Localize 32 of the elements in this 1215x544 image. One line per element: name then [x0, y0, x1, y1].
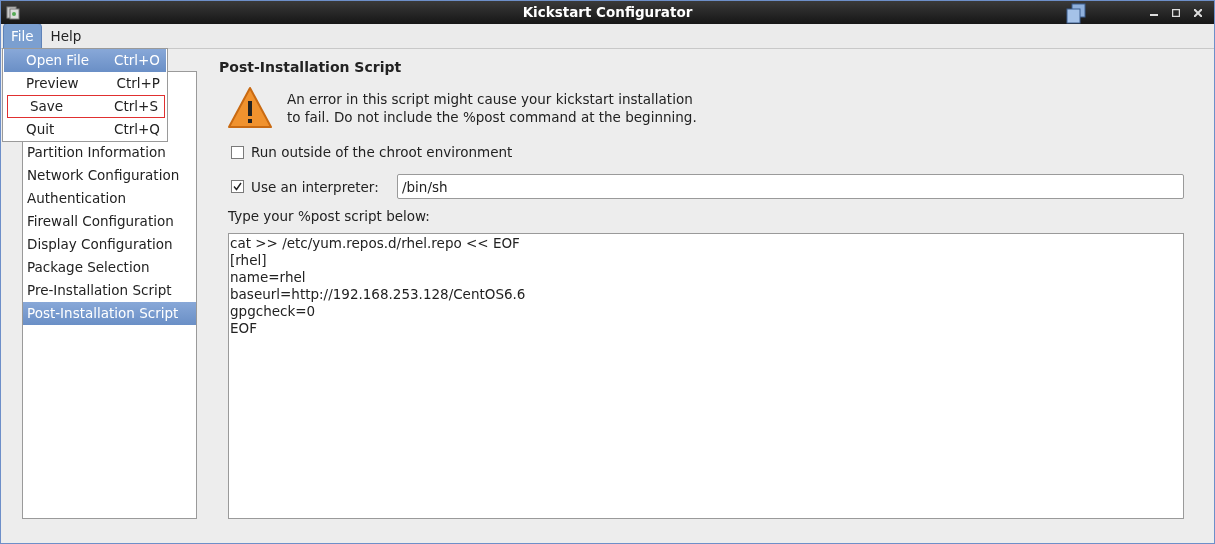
checkbox[interactable] — [231, 145, 244, 159]
script-line: name=rhel — [230, 268, 307, 286]
sidebar-item[interactable]: Pre-Installation Script — [23, 279, 196, 302]
maximize-icon[interactable] — [1172, 8, 1180, 17]
script-line: gpgcheck=0 — [230, 302, 317, 320]
script-line: EOF — [230, 319, 258, 337]
menu-item[interactable]: Quit Ctrl+Q — [4, 118, 166, 141]
menu-item[interactable]: Save Ctrl+S — [7, 95, 165, 118]
windows-icon — [1065, 3, 1087, 24]
app-icon — [6, 5, 20, 20]
window-title: Kickstart Configurator — [522, 3, 693, 23]
script-editor[interactable]: cat >> /etc/yum.repos.d/rhel.repo << EOF [rhel] name=rhel baseurl=http://192.168.253.128/CentOS6.6 gpgcheck=0 EOF — [228, 232, 1184, 519]
sidebar-item[interactable]: Firewall Configuration — [23, 210, 196, 233]
section-title: Post-Installation Script — [219, 58, 403, 77]
sidebar-item[interactable]: Network Configuration — [23, 164, 196, 187]
warning-icon — [227, 86, 273, 130]
menu-item[interactable]: Preview Ctrl+P — [4, 72, 166, 95]
script-label: Type your %post script below: — [228, 207, 431, 227]
checkbox-label: Use an interpreter: — [251, 177, 380, 197]
script-line: baseurl=http://192.168.253.128/CentOS6.6 — [230, 285, 527, 303]
interpreter-field[interactable]: /bin/sh — [397, 174, 1184, 200]
script-line: cat >> /etc/yum.repos.d/rhel.repo << EOF — [230, 234, 521, 252]
sidebar-item[interactable]: Authentication — [23, 187, 196, 210]
close-icon[interactable] — [1194, 8, 1202, 17]
checkbox[interactable] — [231, 180, 244, 194]
menu-item[interactable]: Help — [43, 23, 89, 49]
sidebar-item[interactable]: Partition Information — [23, 141, 196, 164]
sidebar-item[interactable]: Display Configuration — [23, 233, 196, 256]
sidebar-item[interactable]: Package Selection — [23, 256, 196, 279]
checkbox-label: Run outside of the chroot environment — [251, 143, 513, 162]
warning-text: An error in this script might cause your kickstart installation to fail. Do not include the %post command at the beginning. — [287, 90, 698, 126]
script-line: [rhel] — [230, 251, 268, 269]
